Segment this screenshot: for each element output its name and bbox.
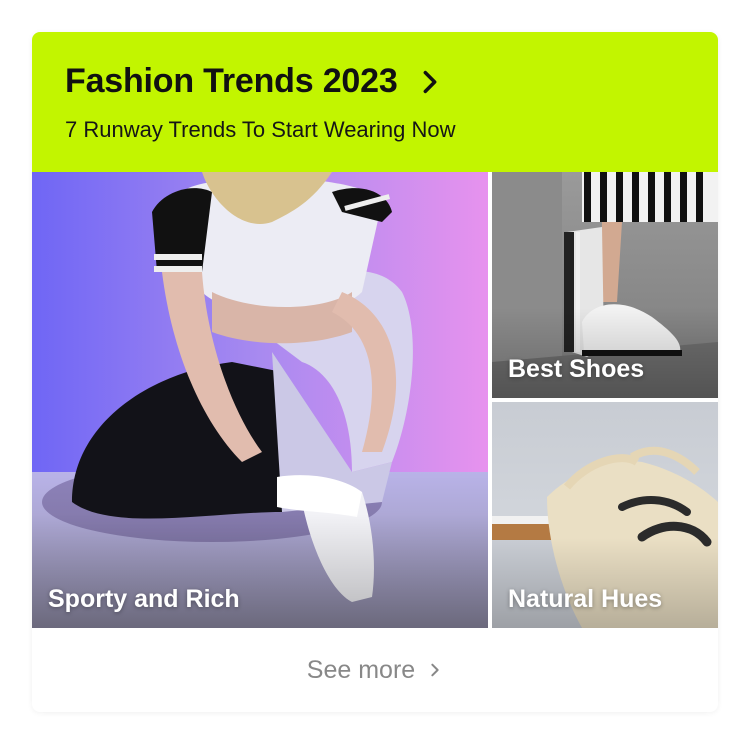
image-grid: Sporty and Rich Best Shoes Natural Hues (32, 172, 718, 628)
tile-sporty-and-rich[interactable]: Sporty and Rich (32, 172, 488, 628)
chevron-right-icon (431, 663, 439, 677)
sporty-photo (32, 172, 488, 628)
card-subtitle: 7 Runway Trends To Start Wearing Now (65, 117, 456, 142)
tile-label: Natural Hues (508, 585, 663, 613)
tile-label: Best Shoes (508, 355, 645, 383)
see-more-button[interactable]: See more (32, 628, 718, 712)
tile-best-shoes[interactable]: Best Shoes (492, 172, 718, 398)
card-header[interactable]: Fashion Trends 2023 7 Runway Trends To S… (32, 32, 718, 172)
see-more-label: See more (306, 655, 416, 684)
tile-label: Sporty and Rich (48, 585, 240, 613)
trends-card: Fashion Trends 2023 7 Runway Trends To S… (32, 32, 718, 712)
title-row[interactable]: Fashion Trends 2023 (65, 62, 444, 101)
tile-natural-hues[interactable]: Natural Hues (492, 402, 718, 628)
card-title: Fashion Trends 2023 (65, 62, 398, 100)
chevron-right-icon[interactable] (416, 68, 444, 96)
